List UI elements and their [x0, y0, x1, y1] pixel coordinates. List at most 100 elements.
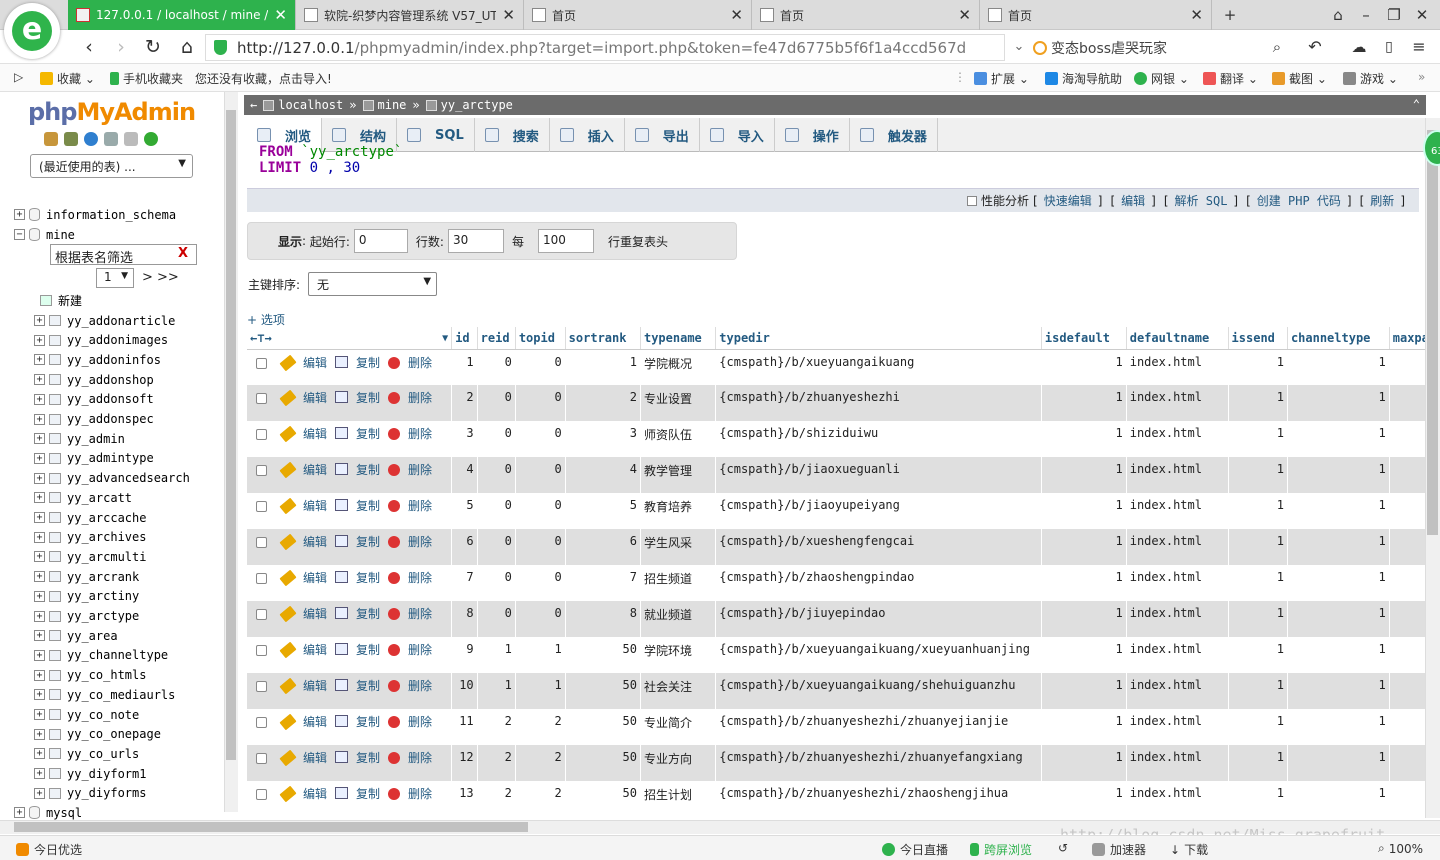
cell-channeltype[interactable]: 1 [1287, 493, 1390, 529]
row-checkbox[interactable] [256, 681, 267, 692]
cell-reid[interactable]: 1 [477, 673, 516, 709]
browser-tab[interactable]: 软院-织梦内容管理系统 V57_UTF ✕ [296, 0, 524, 30]
cell-topid[interactable]: 2 [515, 709, 566, 745]
phone-icon[interactable]: ▯ [1376, 35, 1402, 59]
cell-sortrank[interactable]: 2 [565, 385, 641, 421]
expand-icon[interactable]: + [34, 374, 45, 386]
nav-site-button[interactable]: 海淘导航助 [1045, 70, 1122, 87]
delete-row-link[interactable]: 删除 [408, 607, 432, 621]
cell-typedir[interactable]: {cmspath}/b/zhuanyeshezhi/zhuanyefangxia… [715, 745, 1042, 781]
cell-defaultname[interactable]: index.html [1126, 493, 1229, 529]
more-bookmarks-icon[interactable]: » [1418, 70, 1425, 84]
delete-row-link[interactable]: 删除 [408, 715, 432, 729]
tab-operations[interactable]: 操作 [775, 118, 850, 152]
table-item-yy-co-onepage[interactable]: + yy_co_onepage [34, 725, 161, 744]
cell-channeltype[interactable]: 1 [1287, 673, 1390, 709]
copy-row-link[interactable]: 复制 [356, 427, 380, 441]
cell-issend[interactable]: 1 [1228, 529, 1288, 565]
cell-typename[interactable]: 社会关注 [640, 673, 717, 709]
cell-isdefault[interactable]: 1 [1041, 781, 1127, 817]
close-tab-icon[interactable]: ✕ [274, 6, 287, 24]
expand-icon[interactable]: + [34, 689, 45, 701]
cell-topid[interactable]: 0 [515, 349, 566, 385]
cell-maxpage[interactable]: -1 [1389, 637, 1425, 673]
cell-issend[interactable]: 1 [1228, 565, 1288, 601]
cell-typename[interactable]: 学院概况 [640, 349, 717, 385]
cell-channeltype[interactable]: 1 [1287, 529, 1390, 565]
page-next-buttons[interactable]: > >> [142, 270, 179, 285]
cell-sortrank[interactable]: 8 [565, 601, 641, 637]
cell-defaultname[interactable]: index.html [1126, 565, 1229, 601]
forward-button[interactable]: › [108, 35, 134, 59]
table-item-yy-area[interactable]: + yy_area [34, 626, 118, 645]
cell-isdefault[interactable]: 1 [1041, 529, 1127, 565]
cell-reid[interactable]: 0 [477, 493, 516, 529]
column-header-sortrank[interactable]: sortrank [565, 327, 641, 350]
edit-row-link[interactable]: 编辑 [303, 499, 327, 513]
cell-channeltype[interactable]: 1 [1287, 601, 1390, 637]
delete-row-link[interactable]: 删除 [408, 391, 432, 405]
pma-logo[interactable]: phpMyAdmin [28, 98, 196, 126]
cell-typedir[interactable]: {cmspath}/b/jiuyepindao [715, 601, 1042, 637]
options-toggle[interactable]: + 选项 [247, 311, 285, 328]
cell-topid[interactable]: 0 [515, 601, 566, 637]
cell-maxpage[interactable]: -1 [1389, 385, 1425, 421]
delete-row-link[interactable]: 删除 [408, 787, 432, 801]
expand-icon[interactable]: + [34, 669, 45, 681]
expand-icon[interactable]: + [34, 315, 45, 326]
arrow-left-icon[interactable]: ← [250, 98, 257, 112]
undo-icon[interactable]: ↶ [1302, 35, 1328, 59]
reload-button[interactable]: ↻ [140, 35, 166, 59]
db-information-schema[interactable]: + information_schema [14, 205, 176, 224]
cell-reid[interactable]: 0 [477, 385, 516, 421]
browser-tab-active[interactable]: 127.0.0.1 / localhost / mine / y ✕ [68, 0, 296, 30]
column-header-maxpage[interactable]: maxpage [1389, 327, 1425, 350]
cell-issend[interactable]: 1 [1228, 709, 1288, 745]
cell-sortrank[interactable]: 50 [565, 637, 641, 673]
cell-maxpage[interactable]: -1 [1389, 781, 1425, 817]
cell-maxpage[interactable]: -1 [1389, 745, 1425, 781]
delete-row-link[interactable]: 删除 [408, 463, 432, 477]
home-button[interactable]: ⌂ [174, 35, 200, 59]
cell-channeltype[interactable]: 1 [1287, 565, 1390, 601]
cell-maxpage[interactable]: -1 [1389, 349, 1425, 385]
help-icon[interactable] [84, 132, 98, 146]
favorites-menu[interactable]: 收藏 ⌄ [40, 70, 95, 87]
minimize-button[interactable]: – [1354, 4, 1378, 26]
edit-row-link[interactable]: 编辑 [303, 607, 327, 621]
refresh-icon[interactable] [144, 132, 158, 146]
search-icon[interactable]: ⌕ [1264, 35, 1290, 59]
db-mysql[interactable]: + mysql [14, 803, 82, 820]
cell-id[interactable]: 2 [451, 385, 478, 421]
cell-typedir[interactable]: {cmspath}/b/xueshengfengcai [715, 529, 1042, 565]
cell-typename[interactable]: 招生计划 [640, 781, 717, 817]
show-button[interactable]: 显示 [278, 233, 302, 250]
cell-issend[interactable]: 1 [1228, 385, 1288, 421]
cell-issend[interactable]: 1 [1228, 745, 1288, 781]
table-item-yy-co-note[interactable]: + yy_co_note [34, 705, 139, 724]
cell-topid[interactable]: 1 [515, 637, 566, 673]
cell-sortrank[interactable]: 5 [565, 493, 641, 529]
row-checkbox[interactable] [256, 645, 267, 656]
repeat-header-input[interactable]: 100 [537, 229, 594, 253]
accelerator-button[interactable]: 加速器 [1092, 841, 1146, 858]
cell-defaultname[interactable]: index.html [1126, 673, 1229, 709]
cell-typedir[interactable]: {cmspath}/b/zhuanyeshezhi [715, 385, 1042, 421]
home-icon[interactable] [44, 132, 58, 146]
daily-picks-button[interactable]: 今日优选 [16, 841, 82, 858]
cell-sortrank[interactable]: 3 [565, 421, 641, 457]
expand-icon[interactable]: + [34, 748, 45, 760]
inline-edit-link[interactable]: 快速编辑 [1044, 192, 1092, 209]
cell-issend[interactable]: 1 [1228, 349, 1288, 385]
table-item-yy-diyform1[interactable]: + yy_diyform1 [34, 764, 146, 783]
copy-row-link[interactable]: 复制 [356, 679, 380, 693]
clear-filter-button[interactable]: X [178, 246, 188, 261]
column-header-typedir[interactable]: typedir [715, 327, 1042, 350]
row-checkbox[interactable] [256, 573, 267, 584]
copy-row-link[interactable]: 复制 [356, 751, 380, 765]
copy-row-link[interactable]: 复制 [356, 535, 380, 549]
maximize-button[interactable]: ❐ [1382, 4, 1406, 26]
cell-id[interactable]: 7 [451, 565, 478, 601]
cell-topid[interactable]: 2 [515, 745, 566, 781]
menu-icon[interactable]: ≡ [1406, 35, 1432, 59]
